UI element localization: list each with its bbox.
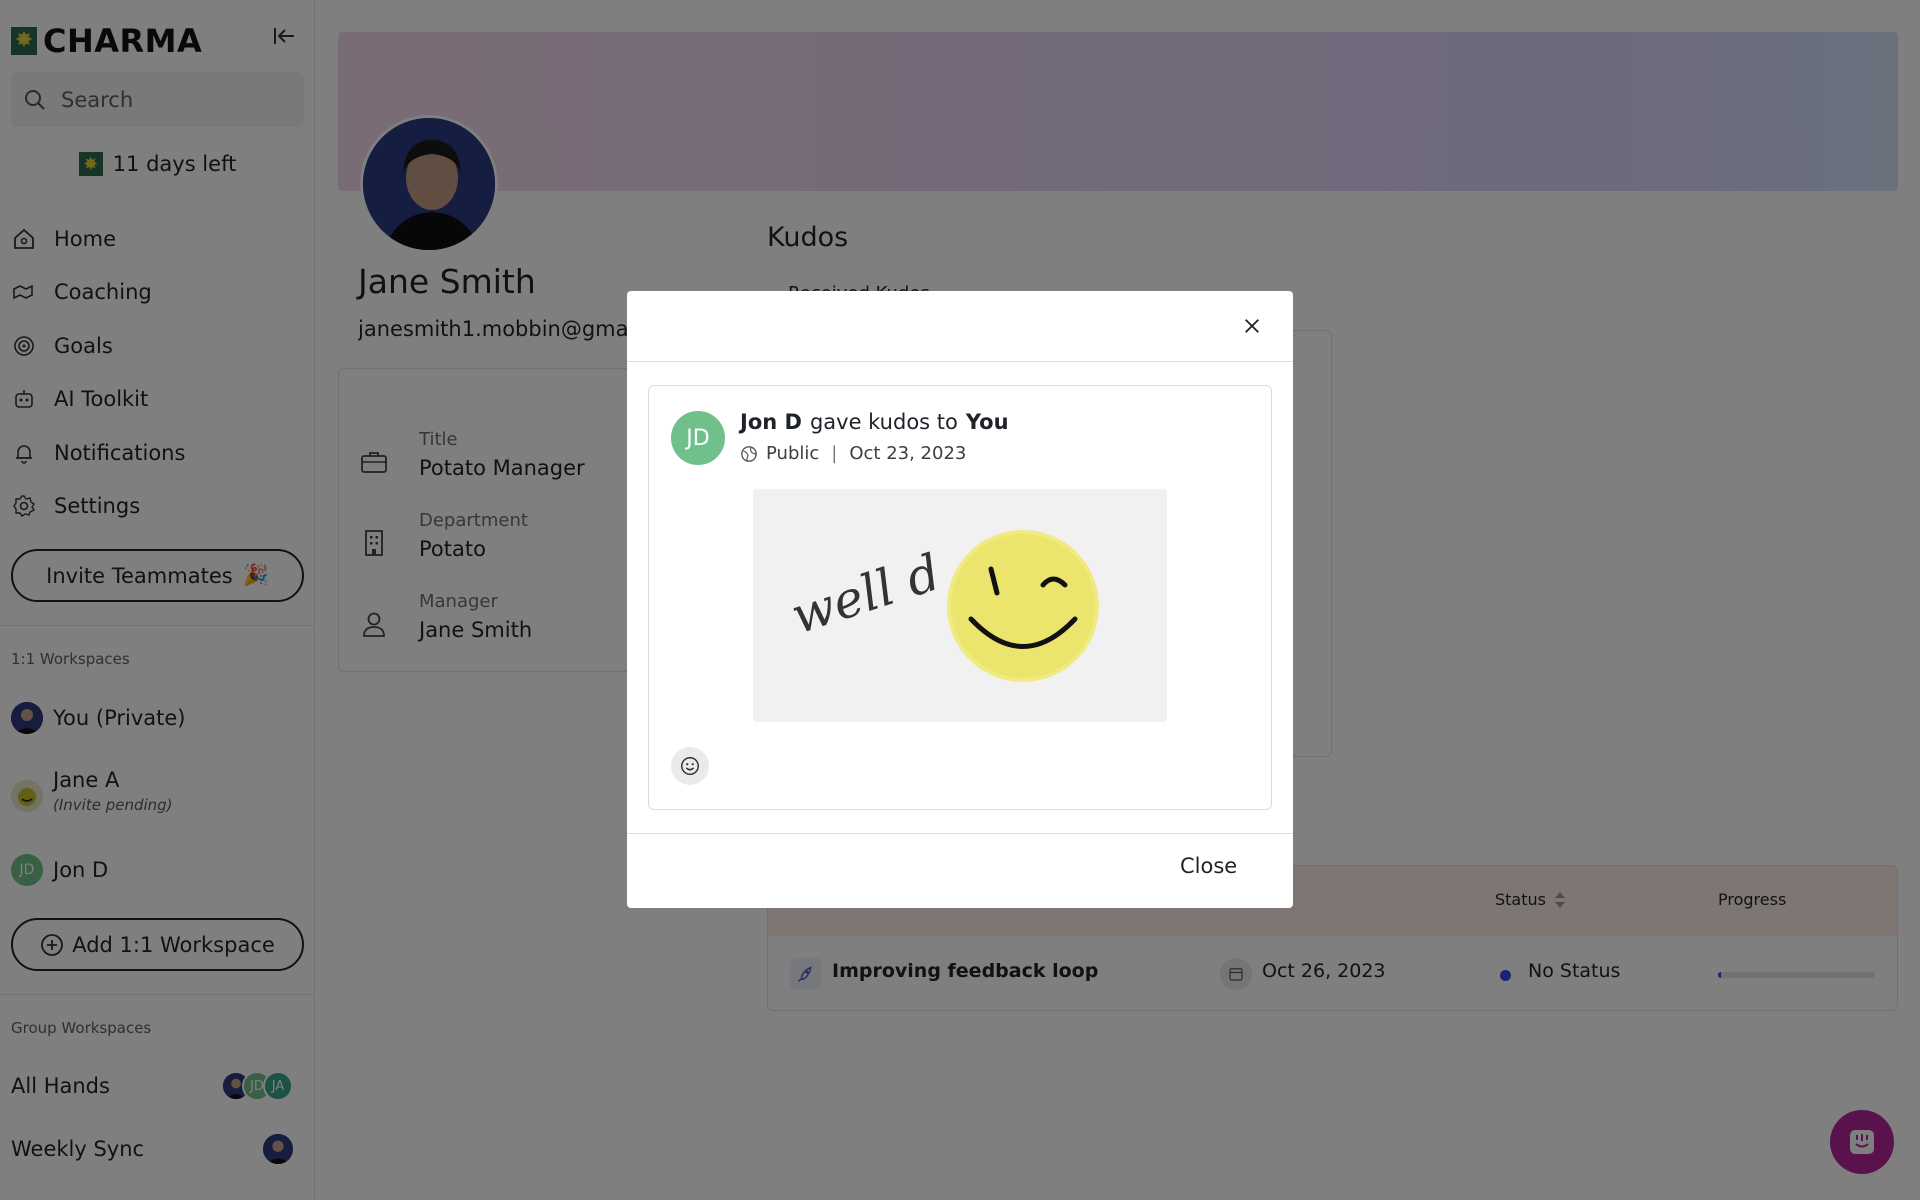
close-button[interactable]: Close xyxy=(1180,854,1237,878)
kudo-date: Oct 23, 2023 xyxy=(849,443,967,464)
modal-footer-divider xyxy=(627,833,1293,834)
kudo-meta: Public | Oct 23, 2023 xyxy=(740,443,966,464)
modal-header-divider xyxy=(627,361,1293,362)
visibility-label: Public xyxy=(766,443,820,464)
kudo-headline: Jon D gave kudos to You xyxy=(740,410,1009,434)
kudo-detail-card: JD Jon D gave kudos to You Public | Oct … xyxy=(648,385,1272,810)
kudo-action: gave kudos to xyxy=(809,410,958,434)
globe-icon xyxy=(741,445,757,462)
kudo-gif: well d xyxy=(753,489,1167,722)
smiley-icon xyxy=(681,757,699,775)
giver-name[interactable]: Jon D xyxy=(740,410,802,434)
giver-avatar: JD xyxy=(671,411,725,465)
meta-separator: | xyxy=(831,443,838,464)
recipient-name[interactable]: You xyxy=(966,410,1009,434)
close-icon[interactable] xyxy=(1237,311,1267,341)
add-reaction-button[interactable] xyxy=(671,747,709,785)
